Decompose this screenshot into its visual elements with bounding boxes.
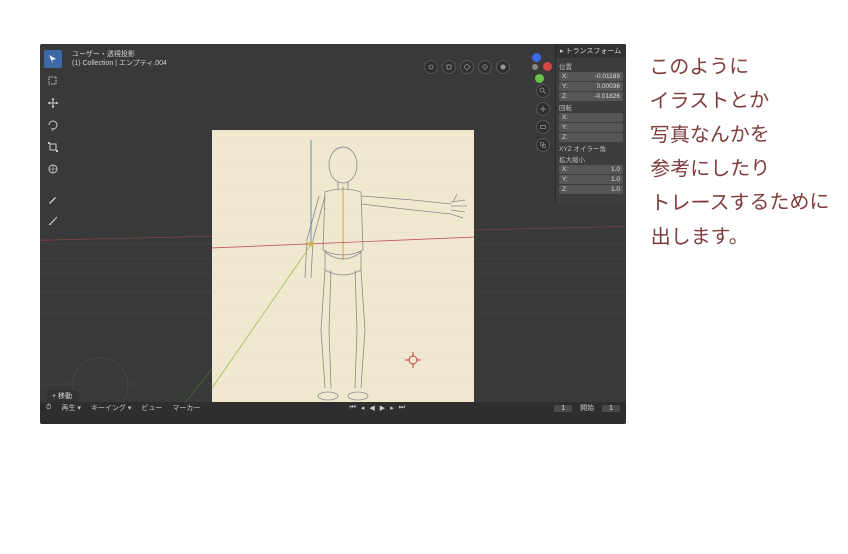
measure-tool[interactable] (44, 212, 62, 230)
play-icon[interactable]: ▶ (380, 404, 385, 412)
scale-tool[interactable] (44, 138, 62, 156)
xray-toggle-icon[interactable] (460, 60, 474, 74)
scale-z-field[interactable]: Z:1.0 (559, 185, 623, 194)
axis-overlay (212, 130, 474, 406)
zoom-icon[interactable] (536, 84, 550, 98)
menu-view[interactable]: ビュー (141, 403, 162, 413)
orientation-gizmo[interactable] (518, 50, 552, 84)
gizmo-center (532, 64, 538, 70)
location-x-field[interactable]: X:-0.01189 (559, 72, 623, 81)
menu-playback[interactable]: 再生 ▾ (61, 403, 80, 413)
timeline-menubar: ⏱ 再生 ▾ キーイング ▾ ビュー マーカー ⏮ ◂ ◀ ▶ ▸ ⏭ 1 開始… (40, 402, 626, 414)
jump-start-icon[interactable]: ⏮ (350, 404, 356, 412)
gizmo-z-axis[interactable] (532, 53, 541, 62)
location-subheading: 位置 (559, 61, 623, 71)
gizmo-toggle-icon[interactable] (442, 60, 456, 74)
overlay-toggle-icon[interactable] (424, 60, 438, 74)
blender-viewport-window: ユーザー・透視投影 (1) Collection | エンプティ.004 (40, 44, 626, 424)
rotation-subheading: 回転 (559, 102, 623, 112)
prev-key-icon[interactable]: ◂ (361, 404, 365, 412)
timeline-editor-icon[interactable]: ⏱ (46, 404, 51, 412)
location-y-field[interactable]: Y:0.00036 (559, 82, 623, 91)
transform-panel-header[interactable]: ▸ トランスフォーム (556, 44, 626, 58)
menu-marker[interactable]: マーカー (172, 403, 200, 413)
gizmo-x-axis[interactable] (543, 62, 552, 71)
annotate-tool[interactable] (44, 190, 62, 208)
rotation-mode[interactable]: XYZ オイラー角 (559, 143, 623, 153)
rotate-tool[interactable] (44, 116, 62, 134)
gizmo-y-axis[interactable] (535, 74, 544, 83)
cursor-tool[interactable] (44, 50, 62, 68)
start-frame-field[interactable]: 1 (602, 405, 620, 412)
scale-y-field[interactable]: Y:1.0 (559, 175, 623, 184)
play-reverse-icon[interactable]: ◀ (369, 404, 374, 412)
scale-subheading: 拡大縮小 (559, 154, 623, 164)
rotation-y-field[interactable]: Y: (559, 123, 623, 132)
scale-x-field[interactable]: X:1.0 (559, 165, 623, 174)
jump-end-icon[interactable]: ⏭ (399, 404, 405, 412)
transform-panel: ▸ トランスフォーム 位置 X:-0.01189 Y:0.00036 Z:-0.… (555, 44, 626, 204)
move-tool[interactable] (44, 94, 62, 112)
active-tool-indicator[interactable]: + 移動 (46, 390, 78, 402)
left-toolbar (44, 50, 62, 230)
camera-view-icon[interactable] (536, 120, 550, 134)
handwritten-annotation: このように イラストとか 写真なんかを 参考にしたり トレースするために 出しま… (649, 49, 831, 255)
perspective-toggle-icon[interactable] (536, 138, 550, 152)
character-sketch (212, 130, 474, 406)
current-frame-field[interactable]: 1 (554, 405, 572, 412)
shading-solid-icon[interactable] (496, 60, 510, 74)
select-box-tool[interactable] (44, 72, 62, 90)
timeline-track[interactable] (40, 414, 626, 424)
playback-controls: ⏮ ◂ ◀ ▶ ▸ ⏭ (350, 404, 405, 412)
shading-wireframe-icon[interactable] (478, 60, 492, 74)
viewport-overlays (424, 50, 552, 84)
start-label: 開始 (580, 403, 594, 413)
next-key-icon[interactable]: ▸ (390, 404, 394, 412)
transform-tool[interactable] (44, 160, 62, 178)
reference-image-plane[interactable] (212, 130, 474, 406)
rotation-z-field[interactable]: Z: (559, 133, 623, 142)
pan-icon[interactable] (536, 102, 550, 116)
viewport-nav-buttons (536, 84, 550, 152)
menu-keying[interactable]: キーイング ▾ (91, 403, 131, 413)
location-z-field[interactable]: Z:-0.01826 (559, 92, 623, 101)
rotation-x-field[interactable]: X: (559, 113, 623, 122)
